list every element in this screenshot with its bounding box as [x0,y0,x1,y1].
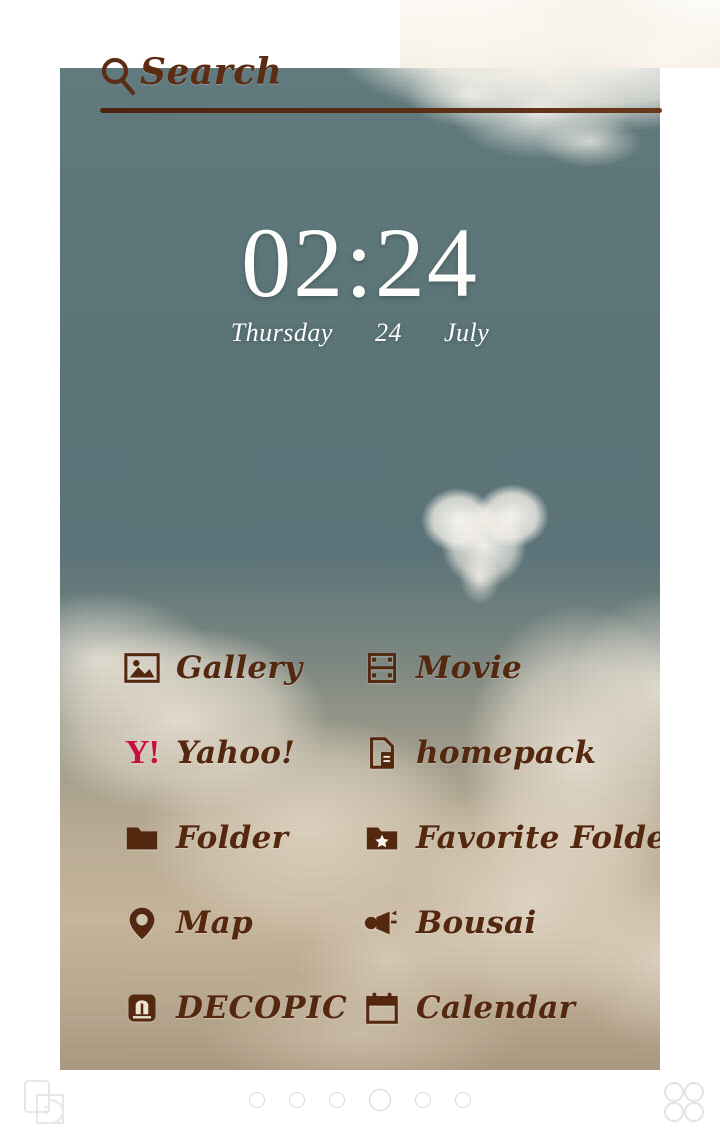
clock-date: Thursday 24 July [60,318,660,348]
page-dot[interactable] [329,1092,345,1108]
search-label: Search [140,51,283,93]
app-item-calendar[interactable]: Calendar [310,965,660,1050]
app-item-map[interactable]: Map [60,880,310,965]
homepack-page-icon [362,733,402,773]
app-item-folder[interactable]: Folder [60,795,310,880]
megaphone-icon [362,903,402,943]
folder-icon [122,818,162,858]
app-item-homepack[interactable]: homepack [310,710,660,795]
search-icon[interactable] [100,56,136,96]
app-label: Movie [416,649,523,686]
map-pin-icon [122,903,162,943]
app-label: Bousai [416,904,537,941]
folder-star-icon [362,818,402,858]
page-dot[interactable] [415,1092,431,1108]
app-item-gallery[interactable]: Gallery [60,625,310,710]
film-strip-icon [362,648,402,688]
page-dot-current[interactable] [369,1089,391,1111]
calendar-icon [362,988,402,1028]
app-item-yahoo[interactable]: Y! Yahoo! [60,710,310,795]
home-screen: Search 02:24 Thursday 24 July Gallery Mo… [0,0,720,1134]
clock-widget[interactable]: 02:24 Thursday 24 July [60,212,660,348]
app-label: homepack [416,734,597,771]
page-dot[interactable] [249,1092,265,1108]
yahoo-logo-icon: Y! [122,733,162,773]
yahoo-logo-text: Y! [125,733,160,771]
page-dot[interactable] [289,1092,305,1108]
search-widget[interactable]: Search [100,52,662,114]
app-label: Gallery [176,649,303,686]
app-label: Calendar [416,989,576,1026]
app-item-movie[interactable]: Movie [310,625,660,710]
page-indicator[interactable] [0,1078,720,1122]
decopic-icon [122,988,162,1028]
search-underline [100,108,662,113]
frame-left-margin [0,0,60,1134]
app-label: Favorite Folder [416,819,684,856]
app-grid: Gallery Movie Y! Yahoo! homepack Folder … [60,625,683,1050]
clock-day: 24 [374,318,402,347]
app-label: Yahoo! [176,734,296,771]
app-item-decopic[interactable]: DECOPIC [60,965,347,1050]
image-icon [122,648,162,688]
clock-weekday: Thursday [230,318,333,347]
app-item-bousai[interactable]: Bousai [310,880,660,965]
frame-right-margin [660,0,720,1134]
clock-time: 02:24 [241,207,479,318]
clock-month: July [443,318,490,347]
page-dot[interactable] [455,1092,471,1108]
app-label: Folder [176,819,289,856]
app-label: Map [176,904,253,941]
app-item-favorite-folder[interactable]: Favorite Folder [310,795,683,880]
